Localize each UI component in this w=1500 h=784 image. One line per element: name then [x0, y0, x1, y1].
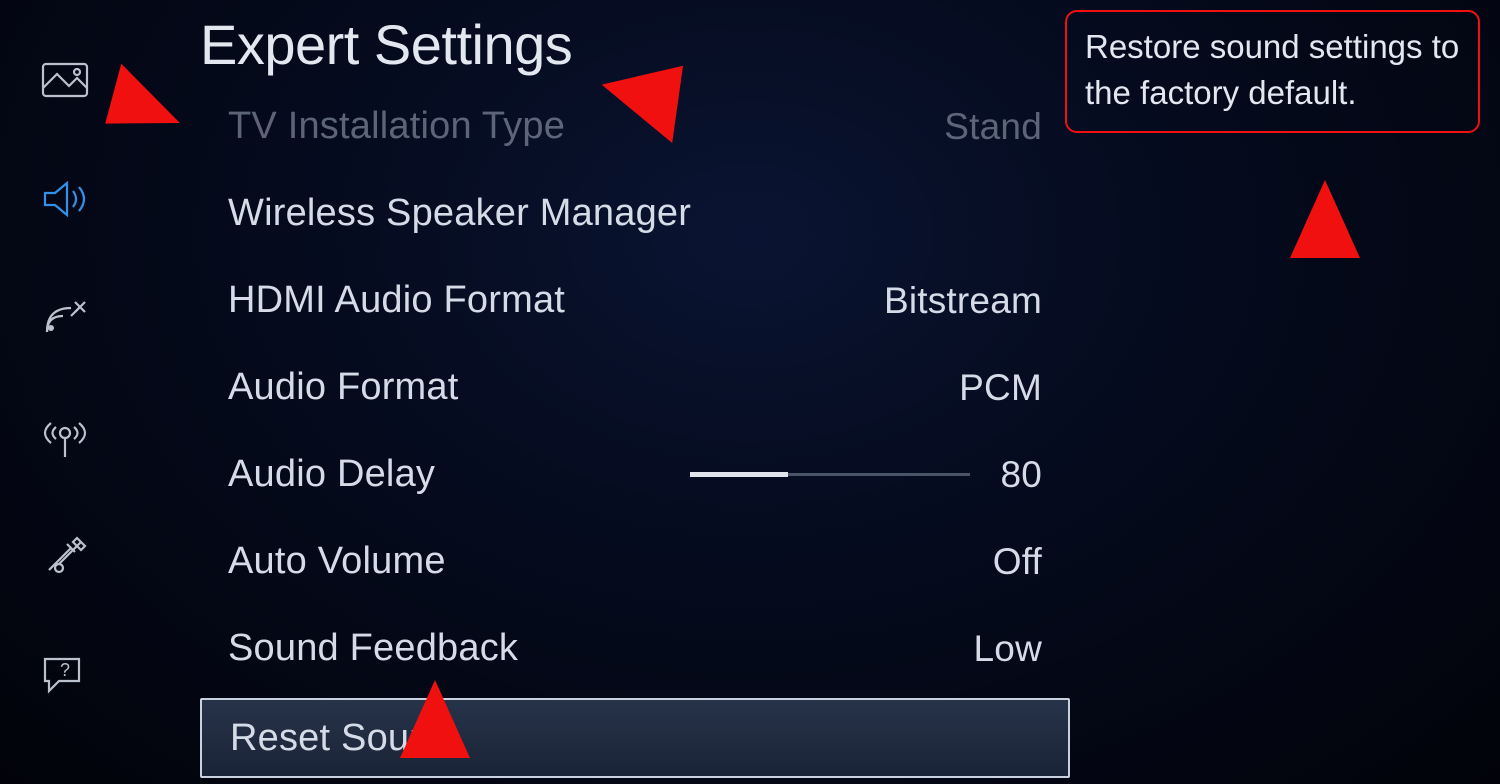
help-tooltip: Restore sound settings to the factory de…: [1065, 10, 1480, 133]
menu-value: Off: [993, 541, 1042, 583]
menu-item-audio-format[interactable]: Audio Format PCM: [200, 344, 1070, 431]
menu-item-auto-volume[interactable]: Auto Volume Off: [200, 518, 1070, 605]
audio-delay-value-group: 80: [690, 454, 1042, 496]
network-icon[interactable]: [39, 415, 91, 459]
menu-item-audio-delay[interactable]: Audio Delay 80: [200, 431, 1070, 518]
menu-label: Audio Format: [228, 366, 459, 409]
sound-icon[interactable]: [39, 177, 91, 221]
svg-text:?: ?: [60, 660, 70, 680]
audio-delay-slider[interactable]: [690, 473, 970, 476]
menu-item-hdmi-audio-format[interactable]: HDMI Audio Format Bitstream: [200, 257, 1070, 344]
annotation-arrow-icon: [400, 680, 470, 758]
annotation-arrow-icon: [1290, 180, 1360, 258]
support-icon[interactable]: ?: [39, 653, 91, 697]
settings-menu: TV Installation Type Stand Wireless Spea…: [200, 83, 1070, 778]
tools-icon[interactable]: [39, 534, 91, 578]
menu-value: PCM: [959, 367, 1042, 409]
menu-value: Low: [974, 628, 1042, 670]
menu-label: HDMI Audio Format: [228, 279, 565, 322]
broadcast-icon[interactable]: [39, 296, 91, 340]
menu-item-wireless-speaker-manager[interactable]: Wireless Speaker Manager: [200, 170, 1070, 257]
menu-value: 80: [1000, 454, 1042, 496]
slider-fill: [690, 472, 788, 477]
annotation-arrow-icon: [595, 55, 683, 143]
menu-label: Auto Volume: [228, 540, 446, 583]
menu-value: Bitstream: [884, 280, 1042, 322]
menu-item-sound-feedback[interactable]: Sound Feedback Low: [200, 605, 1070, 692]
menu-item-reset-sound[interactable]: Reset Sound: [200, 698, 1070, 778]
menu-label: Audio Delay: [228, 453, 435, 496]
menu-label: Sound Feedback: [228, 627, 518, 670]
menu-value: Stand: [944, 106, 1042, 148]
picture-icon[interactable]: [39, 58, 91, 102]
menu-label: TV Installation Type: [228, 105, 565, 148]
menu-label: Wireless Speaker Manager: [228, 192, 691, 235]
